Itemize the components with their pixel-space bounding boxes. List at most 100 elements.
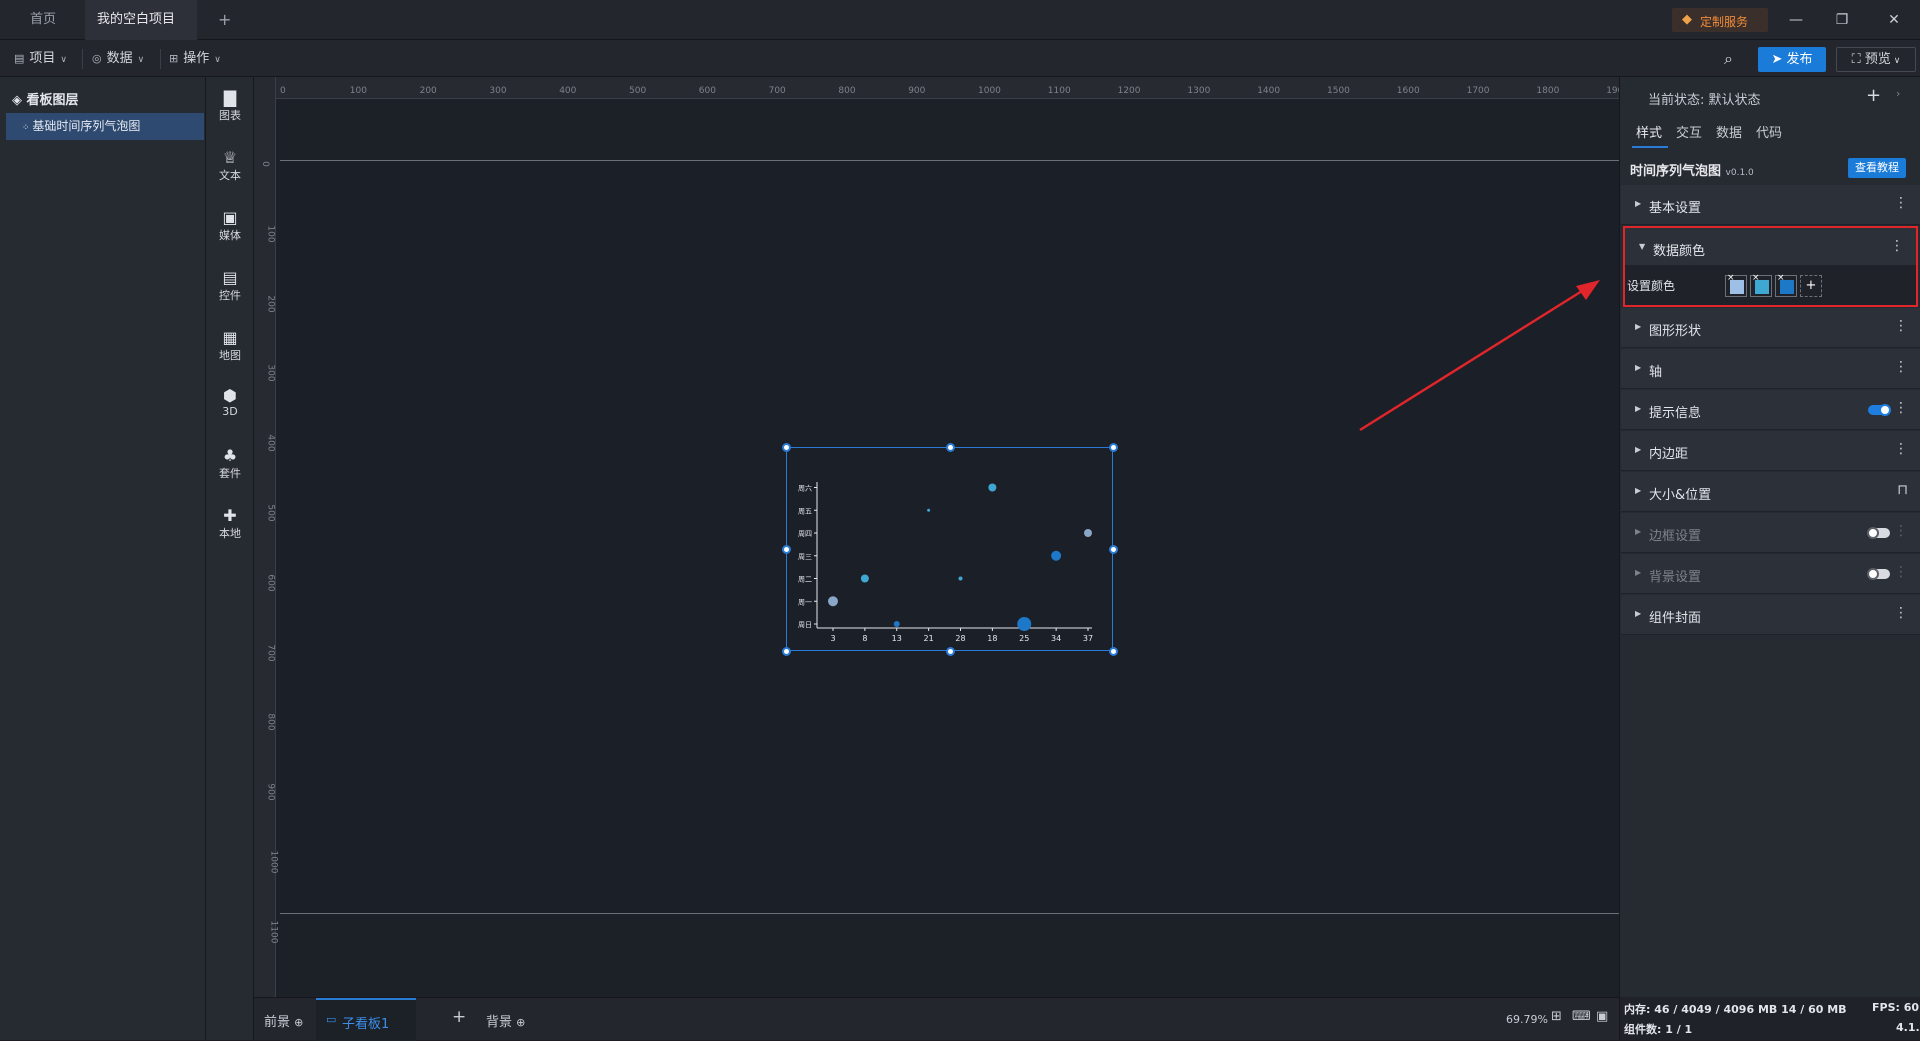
tool-3d[interactable]: ⬢ 3D — [206, 387, 254, 419]
remove-icon[interactable]: × — [1727, 273, 1735, 283]
y-tick-label: 周五 — [798, 507, 812, 515]
remove-icon[interactable]: × — [1777, 273, 1785, 283]
tab-back[interactable]: 背景 ⊕ — [486, 1011, 525, 1030]
menu-project[interactable]: ▤ 项目 ∨ — [14, 49, 67, 69]
color-swatch[interactable]: × — [1725, 273, 1747, 297]
new-tab-button[interactable]: + — [206, 0, 243, 40]
ruler-tick-label: 600 — [265, 574, 276, 592]
search-icon[interactable]: ⌕ — [1724, 49, 1733, 69]
tool-media[interactable]: ▣ 媒体 — [206, 209, 254, 243]
section-border[interactable]: ▶ 边框设置 ⋮ — [1621, 513, 1920, 553]
current-state: 当前状态: 默认状态 — [1648, 89, 1761, 108]
resize-handle[interactable] — [946, 647, 955, 656]
tab-subboard[interactable]: ▭ 子看板1 — [316, 998, 416, 1041]
tool-text[interactable]: ♕ 文本 — [206, 149, 254, 183]
border-toggle[interactable] — [1867, 527, 1890, 539]
tutorial-button[interactable]: 查看教程 — [1848, 158, 1906, 178]
remove-icon[interactable]: × — [1752, 273, 1760, 283]
zoom-level[interactable]: 69.79% — [1506, 1013, 1548, 1026]
custom-service-button[interactable]: ◆ 定制服务 — [1672, 8, 1768, 32]
resize-handle[interactable] — [1109, 443, 1118, 452]
add-state-button[interactable]: + — [1866, 85, 1881, 106]
resize-handle[interactable] — [1109, 545, 1118, 554]
ruler-tick-label: 1200 — [1117, 86, 1141, 96]
more-icon[interactable]: ⋮ — [1890, 238, 1904, 254]
layer-item[interactable]: ⁘ 基础时间序列气泡图 — [6, 113, 204, 140]
section-basic[interactable]: ▶ 基本设置 ⋮ — [1621, 185, 1920, 225]
more-icon[interactable]: ⋮ — [1894, 195, 1908, 211]
add-circle-icon[interactable]: ⊕ — [294, 1016, 303, 1029]
x-tick-label: 34 — [1051, 634, 1061, 643]
section-cover[interactable]: ▶ 组件封面 ⋮ — [1621, 595, 1920, 635]
more-icon[interactable]: ⋮ — [1894, 359, 1908, 375]
tab-data[interactable]: 数据 — [1716, 122, 1742, 141]
tab-code[interactable]: 代码 — [1756, 122, 1782, 141]
more-icon[interactable]: ⋮ — [1894, 318, 1908, 334]
menu-operation[interactable]: ⊞ 操作 ∨ — [169, 49, 221, 69]
add-circle-icon[interactable]: ⊕ — [516, 1016, 525, 1029]
tool-control[interactable]: ▤ 控件 — [206, 269, 254, 303]
close-icon[interactable]: ✕ — [1884, 10, 1904, 30]
resize-handle[interactable] — [782, 545, 791, 554]
resize-handle[interactable] — [1109, 647, 1118, 656]
more-icon[interactable]: ⋮ — [1894, 441, 1908, 457]
section-padding[interactable]: ▶ 内边距 ⋮ — [1621, 431, 1920, 471]
more-icon[interactable]: ⋮ — [1894, 400, 1908, 416]
more-icon[interactable]: ⋮ — [1894, 605, 1908, 621]
current-state-value[interactable]: 默认状态 — [1709, 93, 1761, 108]
ruler-tick-label: 700 — [265, 644, 276, 662]
layer-panel: ◈ 看板图层 ⁘ 基础时间序列气泡图 — [0, 77, 206, 1040]
tab-style[interactable]: 样式 — [1636, 122, 1662, 141]
tool-media-label: 媒体 — [219, 229, 241, 242]
restore-icon[interactable]: ❐ — [1832, 10, 1852, 30]
minimize-icon[interactable]: — — [1786, 10, 1806, 30]
chevron-down-icon: ∨ — [214, 55, 221, 65]
more-icon[interactable]: ⋮ — [1894, 564, 1908, 580]
section-tooltip[interactable]: ▶ 提示信息 ⋮ — [1621, 390, 1920, 430]
tab-front-label: 前景 — [264, 1015, 291, 1030]
more-icon[interactable]: ⋮ — [1894, 523, 1908, 539]
tab-home[interactable]: 首页 — [18, 0, 68, 40]
component-version: v0.1.0 — [1725, 168, 1754, 178]
fit-screen-icon[interactable]: ⊞ — [1551, 1009, 1562, 1024]
current-state-label: 当前状态: — [1648, 93, 1705, 108]
suite-icon: ♣ — [222, 446, 238, 465]
memory-status: 内存: 46 / 4049 / 4096 MB 14 / 60 MB — [1624, 1003, 1847, 1016]
tab-project[interactable]: 我的空白项目 — [85, 0, 197, 63]
resize-handle[interactable] — [782, 443, 791, 452]
resize-handle[interactable] — [782, 647, 791, 656]
ruler-tick-label: 500 — [265, 504, 276, 522]
bubble-chart-component[interactable]: 3 8 13 21 28 18 25 34 37 周日 周一 周二 周三 周四 周五 周六 — [782, 443, 1118, 656]
section-shape[interactable]: ▶ 图形形状 ⋮ — [1621, 308, 1920, 348]
terminal-icon[interactable]: ▣ — [1596, 1009, 1608, 1024]
color-swatch[interactable]: × — [1750, 273, 1772, 297]
chevron-right-icon[interactable]: › — [1896, 87, 1900, 100]
component-title-text: 时间序列气泡图 — [1630, 164, 1722, 179]
tool-map[interactable]: ▦ 地图 — [206, 329, 254, 363]
add-board-button[interactable]: + — [452, 1007, 466, 1027]
section-size-position[interactable]: ▶ 大小&位置 ⊓ — [1621, 472, 1920, 512]
section-data-color[interactable]: ▼ 数据颜色 ⋮ — [1625, 228, 1916, 265]
publish-button[interactable]: ➤ 发布 — [1758, 47, 1826, 72]
ruler-tick-label: 1800 — [1536, 86, 1560, 96]
section-label: 轴 — [1649, 365, 1663, 380]
tooltip-toggle[interactable] — [1868, 404, 1891, 416]
tool-suite[interactable]: ♣ 套件 — [206, 447, 254, 481]
tab-front[interactable]: 前景 ⊕ — [264, 1011, 303, 1030]
tab-interaction[interactable]: 交互 — [1676, 122, 1702, 141]
tool-control-label: 控件 — [219, 289, 241, 302]
keyboard-icon[interactable]: ⌨ — [1572, 1009, 1591, 1024]
preview-button[interactable]: ⛶ 预览 ∨ — [1836, 47, 1916, 72]
caret-right-icon: ▶ — [1635, 609, 1642, 618]
add-color-button[interactable]: + — [1800, 275, 1822, 297]
ruler-tick-label: 200 — [265, 295, 276, 313]
resize-handle[interactable] — [946, 443, 955, 452]
background-toggle[interactable] — [1867, 568, 1890, 580]
section-background[interactable]: ▶ 背景设置 ⋮ — [1621, 554, 1920, 594]
tool-chart[interactable]: ▇ 图表 — [206, 89, 254, 123]
menu-data[interactable]: ◎ 数据 ∨ — [92, 49, 144, 69]
tool-local[interactable]: ✚ 本地 — [206, 507, 254, 541]
color-swatch[interactable]: × — [1775, 273, 1797, 297]
lock-icon[interactable]: ⊓ — [1897, 482, 1908, 498]
section-axis[interactable]: ▶ 轴 ⋮ — [1621, 349, 1920, 389]
